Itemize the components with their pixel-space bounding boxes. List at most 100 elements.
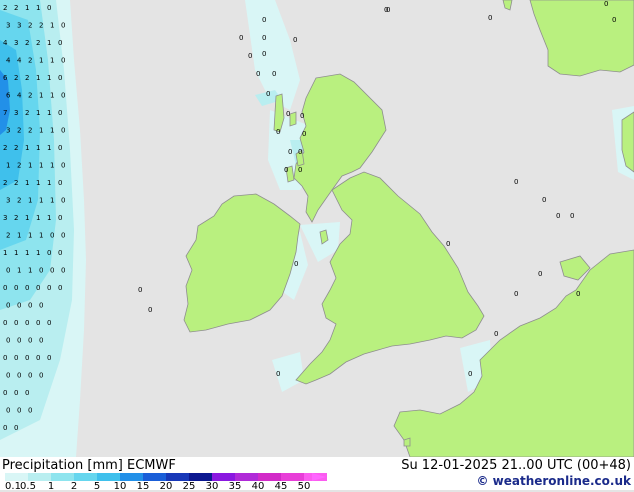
precip-value: 0: [262, 16, 266, 24]
precip-value: 0: [266, 90, 270, 98]
precip-value: 0: [468, 370, 472, 378]
precip-value: 2: [3, 144, 7, 152]
color-scale-tick: 20: [159, 481, 173, 492]
color-swatch: [212, 473, 235, 481]
color-swatch: [166, 473, 189, 481]
credit-link[interactable]: © weatheronline.co.uk: [476, 474, 631, 488]
precip-value: 0: [61, 197, 65, 205]
precip-value: 0: [50, 232, 54, 240]
precip-value: 1: [50, 162, 54, 170]
precip-value: 0: [6, 267, 10, 275]
precip-value: 1: [36, 249, 40, 257]
precip-value: 1: [25, 249, 29, 257]
precip-value: 0: [58, 109, 62, 117]
precipitation-map[interactable]: 2211033221043221044211062211064211073211…: [0, 0, 634, 457]
color-swatch: [28, 473, 51, 481]
precip-value: 0: [3, 389, 7, 397]
precip-value: 0: [14, 354, 18, 362]
precip-value: 0: [514, 290, 518, 298]
precip-value: 1: [14, 249, 18, 257]
precip-value: 6: [3, 74, 8, 82]
precip-value: 1: [47, 74, 51, 82]
precip-value: 0: [58, 144, 62, 152]
precip-value: 1: [25, 214, 29, 222]
precip-value: 0: [36, 284, 40, 292]
precip-value: 1: [28, 267, 32, 275]
precip-value: 0: [17, 337, 21, 345]
precip-value: 0: [14, 284, 18, 292]
precip-value: 0: [39, 372, 43, 380]
precip-value: 0: [14, 319, 18, 327]
precip-value: 1: [36, 109, 40, 117]
precip-value: 3: [14, 109, 18, 117]
precip-value: 0: [284, 166, 288, 174]
precip-value: 0: [262, 50, 266, 58]
precip-value: 0: [576, 290, 580, 298]
precip-value: 2: [3, 4, 7, 12]
precip-value: 1: [47, 179, 51, 187]
precip-value: 1: [47, 109, 51, 117]
precip-value: 4: [3, 39, 8, 47]
precip-value: 0: [386, 6, 390, 14]
precip-value: 0: [61, 92, 65, 100]
precip-value: 1: [36, 179, 40, 187]
precip-value: 0: [28, 337, 32, 345]
precip-value: 0: [61, 22, 65, 30]
precip-value: 1: [36, 214, 40, 222]
precip-value: 0: [286, 110, 290, 118]
precip-value: 0: [293, 36, 297, 44]
precip-value: 0: [58, 74, 62, 82]
precip-value: 0: [61, 232, 65, 240]
precip-value: 0: [300, 112, 304, 120]
precip-value: 0: [276, 370, 280, 378]
color-swatch: [5, 473, 28, 481]
precip-value: 3: [6, 197, 10, 205]
color-scale-tick: 35: [228, 481, 242, 492]
precip-value: 1: [28, 197, 32, 205]
precip-value: 0: [58, 284, 62, 292]
precip-value: 0: [14, 389, 18, 397]
precip-value: 1: [36, 144, 40, 152]
color-scale-tick: 0.5: [20, 481, 36, 492]
precip-value: 0: [39, 267, 43, 275]
precip-value: 2: [17, 162, 21, 170]
precip-value: 0: [17, 372, 21, 380]
precip-value: 1: [50, 197, 54, 205]
precip-value: 3: [6, 127, 10, 135]
color-swatch: [74, 473, 97, 481]
precip-value: 1: [36, 4, 40, 12]
precip-value: 0: [294, 260, 298, 268]
precip-value: 1: [39, 57, 43, 65]
precip-value: 2: [25, 74, 29, 82]
legend-footer: Precipitation [mm] ECMWF Su 12-01-2025 2…: [0, 457, 634, 492]
precip-value: 0: [28, 407, 32, 415]
precip-value: 1: [25, 179, 29, 187]
precip-value: 0: [58, 179, 62, 187]
precip-value: 1: [50, 127, 54, 135]
precip-value: 3: [6, 22, 10, 30]
color-scale-tick: 40: [251, 481, 265, 492]
precip-value: 0: [6, 407, 10, 415]
precip-value: 0: [61, 57, 65, 65]
precip-value: 4: [17, 57, 22, 65]
precip-value: 0: [47, 4, 51, 12]
precip-value: 0: [3, 319, 7, 327]
color-swatch: [143, 473, 166, 481]
precip-value: 1: [36, 74, 40, 82]
color-swatch: [281, 473, 304, 481]
precip-value: 0: [25, 354, 29, 362]
precip-value: 0: [47, 249, 51, 257]
precip-value: 1: [39, 197, 43, 205]
precip-value: 0: [494, 330, 498, 338]
color-swatch: [51, 473, 74, 481]
precip-value: 0: [302, 130, 306, 138]
legend-title-text: Precipitation [mm]: [2, 458, 123, 473]
precip-value: 2: [39, 22, 43, 30]
precip-value: 1: [47, 214, 51, 222]
precip-value: 1: [28, 232, 32, 240]
precip-value: 4: [17, 92, 22, 100]
color-scale-tick: 50: [297, 481, 311, 492]
precip-value: 0: [604, 0, 608, 8]
precip-value: 0: [17, 407, 21, 415]
precip-value: 0: [262, 34, 266, 42]
